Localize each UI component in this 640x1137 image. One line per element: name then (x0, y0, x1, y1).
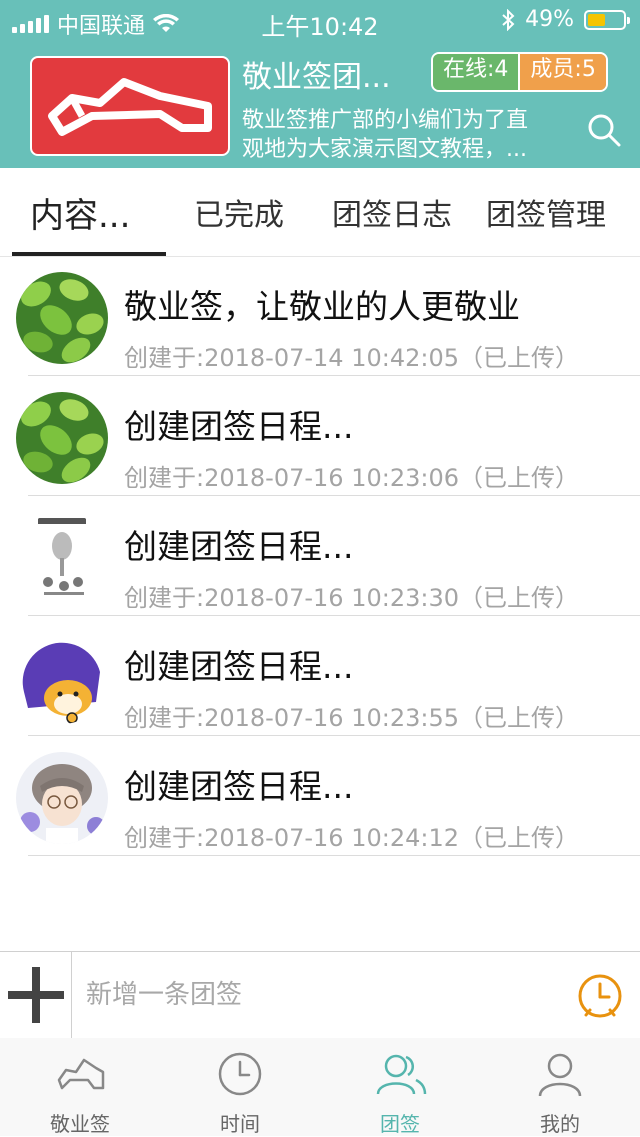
list-item[interactable]: 创建团签日程... 创建于:2018-07-16 10:24:12（已上传） (0, 736, 640, 856)
nav-label: 我的 (540, 1112, 580, 1136)
bottom-nav: 敬业签 时间 团签 我的 (0, 1038, 640, 1136)
group-description: 敬业签推广部的小编们为了直 观地为大家演示图文教程，... (242, 106, 572, 164)
tab-completed[interactable]: 已完成 (194, 190, 284, 234)
person-icon (538, 1053, 582, 1097)
tab-bar: 内容... 已完成 团签日志 团签管理 (0, 168, 640, 257)
group-logo[interactable] (30, 56, 230, 156)
new-note-bar (0, 951, 640, 1039)
add-button[interactable] (0, 952, 72, 1038)
sketch-avatar (16, 512, 108, 604)
reminder-clock-icon[interactable] (576, 972, 624, 1020)
item-title: 敬业签，让敬业的人更敬业 (124, 287, 520, 326)
list-item[interactable]: 创建团签日程... 创建于:2018-07-16 10:23:30（已上传） (0, 496, 640, 616)
shiba-helmet-avatar (16, 632, 108, 724)
green-leaves-avatar (16, 272, 108, 364)
nav-item-team[interactable]: 团签 (320, 1038, 480, 1136)
anime-boy-avatar (16, 752, 108, 844)
nav-item-time[interactable]: 时间 (160, 1038, 320, 1136)
tab-team-log[interactable]: 团签日志 (332, 190, 452, 234)
battery-percent: 49% (525, 7, 574, 32)
item-title: 创建团签日程... (124, 407, 354, 446)
list-item[interactable]: 敬业签，让敬业的人更敬业 创建于:2018-07-14 10:42:05（已上传… (0, 256, 640, 376)
tab-content[interactable]: 内容... (30, 188, 130, 237)
list-item[interactable]: 创建团签日程... 创建于:2018-07-16 10:23:06（已上传） (0, 376, 640, 496)
description-line-1: 敬业签推广部的小编们为了直 (242, 108, 529, 133)
online-count-badge[interactable]: 在线:4 (433, 54, 521, 90)
clock-icon (218, 1052, 262, 1096)
app-logo-icon (48, 78, 212, 136)
description-line-2: 观地为大家演示图文教程，... (242, 137, 527, 162)
bluetooth-icon (502, 8, 515, 31)
item-meta: 创建于:2018-07-16 10:23:30（已上传） (124, 584, 579, 612)
item-meta: 创建于:2018-07-16 10:24:12（已上传） (124, 824, 579, 852)
battery-icon (584, 9, 630, 30)
group-title: 敬业签团... (242, 60, 391, 95)
item-title: 创建团签日程... (124, 647, 354, 686)
app-logo-icon (57, 1058, 105, 1090)
item-title: 创建团签日程... (124, 527, 354, 566)
nav-item-home[interactable]: 敬业签 (0, 1038, 160, 1136)
member-badges[interactable]: 在线:4 成员:5 (431, 52, 608, 92)
item-meta: 创建于:2018-07-16 10:23:06（已上传） (124, 464, 579, 492)
search-icon[interactable] (586, 112, 622, 148)
nav-item-me[interactable]: 我的 (480, 1038, 640, 1136)
row-divider (28, 855, 640, 856)
battery-fill (588, 13, 605, 26)
tab-team-manage[interactable]: 团签管理 (486, 190, 606, 234)
team-icon (376, 1054, 427, 1095)
item-meta: 创建于:2018-07-16 10:23:55（已上传） (124, 704, 579, 732)
nav-label: 团签 (380, 1112, 420, 1136)
green-leaves-avatar (16, 392, 108, 484)
nav-label: 时间 (220, 1112, 260, 1136)
member-count-badge[interactable]: 成员:5 (520, 54, 606, 90)
item-meta: 创建于:2018-07-14 10:42:05（已上传） (124, 344, 579, 372)
status-right: 49% (501, 7, 630, 32)
status-bar: 中国联通 上午10:42 49% (0, 0, 640, 41)
group-header: 敬业签团... 在线:4 成员:5 敬业签推广部的小编们为了直 观地为大家演示图… (0, 40, 640, 168)
list-item[interactable]: 创建团签日程... 创建于:2018-07-16 10:23:55（已上传） (0, 616, 640, 736)
item-title: 创建团签日程... (124, 767, 354, 806)
new-note-input[interactable] (84, 972, 558, 1018)
note-list: 敬业签，让敬业的人更敬业 创建于:2018-07-14 10:42:05（已上传… (0, 256, 640, 856)
nav-label: 敬业签 (50, 1112, 110, 1136)
